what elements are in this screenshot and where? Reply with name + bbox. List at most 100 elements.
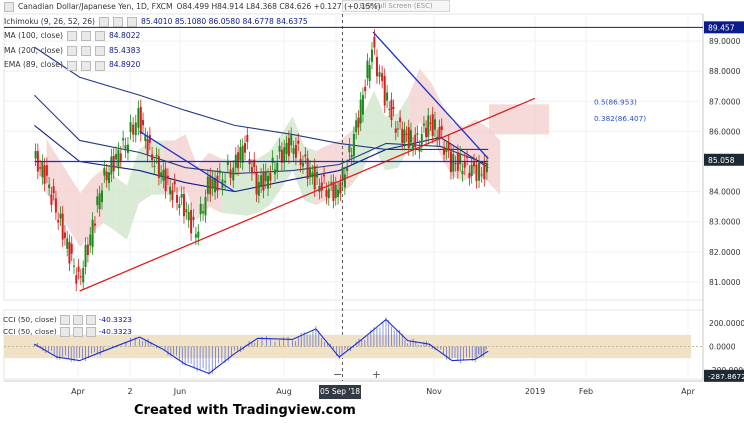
settings-icon[interactable]: [66, 46, 77, 57]
cci-indicator-row[interactable]: CCI (50, close) -40.3323: [3, 314, 132, 326]
candle-body: [129, 122, 132, 133]
candle-body: [475, 164, 478, 182]
indicator-row[interactable]: MA (200, close) 85.4383: [4, 44, 381, 59]
candle-body: [418, 147, 421, 152]
indicator-values: 85.4010 85.1080 86.0580 84.6778 84.6375: [141, 16, 308, 26]
settings-icon[interactable]: [99, 16, 109, 27]
candle-body: [271, 157, 274, 164]
candle-body: [253, 159, 256, 168]
candle-body: [390, 99, 393, 121]
time-tick-label: 2: [127, 387, 132, 396]
candle-body: [185, 209, 188, 213]
candle-body: [352, 134, 355, 156]
candle-body: [355, 120, 358, 132]
candle-body: [392, 106, 395, 109]
candle-body: [443, 147, 446, 155]
price-axis[interactable]: 81.000082.000083.000084.000085.000086.00…: [704, 21, 744, 382]
indicator-row[interactable]: EMA (89, close) 84.8920: [4, 58, 381, 73]
candle-body: [262, 171, 265, 191]
settings-icon[interactable]: [66, 60, 77, 71]
close-icon[interactable]: [127, 16, 137, 27]
ichimoku-cloud-segment: [233, 160, 247, 216]
close-icon[interactable]: [85, 315, 96, 325]
candle-body: [301, 162, 304, 167]
cci-tick-label: 0.0000: [709, 343, 736, 352]
candle-body: [82, 267, 85, 283]
candle-body: [171, 190, 174, 201]
cci-indicator-row[interactable]: CCI (50, close) -40.3323: [3, 326, 132, 338]
candle-body: [250, 166, 253, 174]
candle-body: [229, 169, 232, 178]
candle-body: [396, 128, 399, 130]
candle-body: [84, 244, 87, 267]
candle-body: [164, 168, 167, 192]
candle-body: [414, 134, 417, 148]
close-icon[interactable]: [94, 60, 105, 71]
candle-body: [202, 211, 205, 214]
price-tag-label: 89.457: [708, 23, 735, 32]
zoom-out-button[interactable]: −: [333, 368, 342, 382]
zoom-in-button[interactable]: +: [372, 368, 381, 382]
symbol-icon: [4, 2, 14, 13]
candle-body: [290, 134, 293, 146]
candle-body: [216, 175, 219, 191]
settings-icon[interactable]: [59, 315, 70, 325]
eye-icon[interactable]: [80, 60, 91, 71]
candle-body: [337, 189, 340, 198]
candle-body: [452, 153, 455, 172]
candle-body: [316, 171, 319, 178]
cci-label: CCI (50, close): [3, 315, 57, 324]
candle-body: [103, 167, 106, 176]
candle-body: [192, 216, 195, 221]
eye-icon[interactable]: [80, 31, 91, 42]
candle-body: [157, 156, 160, 178]
candle-body: [91, 219, 94, 248]
cci-value-tag-label: -287.8672: [708, 372, 744, 381]
indicator-label: Ichimoku (9, 26, 52, 26): [4, 16, 95, 26]
candle-body: [61, 213, 64, 240]
time-tick-label: 2019: [525, 387, 545, 396]
candle-body: [425, 127, 428, 138]
candle-body: [309, 167, 311, 178]
candle-body: [239, 147, 242, 161]
candle-body: [176, 194, 179, 203]
fib-level-label: 0.5(86.953): [594, 98, 637, 107]
price-tick-label: 86.0000: [709, 127, 741, 136]
candle-body: [294, 144, 297, 158]
candle-body: [283, 147, 286, 163]
candle-body: [394, 128, 397, 133]
indicator-row[interactable]: MA (100, close) 84.8022: [4, 29, 381, 44]
candle-body: [313, 166, 316, 190]
candle-body: [75, 275, 78, 284]
candle-body: [115, 153, 118, 160]
candle-body: [405, 133, 408, 135]
price-tick-label: 87.0000: [709, 97, 741, 106]
close-icon[interactable]: [94, 31, 105, 42]
eye-icon[interactable]: [80, 46, 91, 57]
candle-body: [52, 186, 55, 193]
candle-body: [139, 106, 142, 134]
settings-icon[interactable]: [66, 31, 77, 42]
candle-body: [153, 166, 156, 168]
candle-body: [79, 276, 82, 278]
candle-body: [48, 184, 51, 189]
eye-icon[interactable]: [72, 315, 83, 325]
eye-icon[interactable]: [72, 327, 83, 337]
indicator-row[interactable]: Ichimoku (9, 26, 52, 26) 85.4010 85.1080…: [4, 15, 381, 30]
candle-body: [343, 174, 346, 188]
time-tick-label: Aug: [276, 387, 292, 396]
chart-legend: Canadian Dollar/Japanese Yen, 1D, FXCM O…: [4, 0, 381, 73]
candle-body: [34, 150, 37, 159]
candle-body: [155, 154, 158, 157]
candle-body: [359, 99, 362, 124]
settings-icon[interactable]: [59, 327, 70, 337]
candle-body: [211, 178, 214, 189]
ichimoku-cloud-forward: [489, 104, 549, 135]
close-icon[interactable]: [94, 46, 105, 57]
close-icon[interactable]: [85, 327, 96, 337]
time-axis[interactable]: Apr 2 Jun Aug Nov 2019 Feb Apr: [71, 387, 696, 396]
eye-icon[interactable]: [113, 16, 123, 27]
candle-body: [105, 171, 108, 181]
candle-body: [45, 165, 48, 176]
candle-body: [100, 190, 103, 203]
